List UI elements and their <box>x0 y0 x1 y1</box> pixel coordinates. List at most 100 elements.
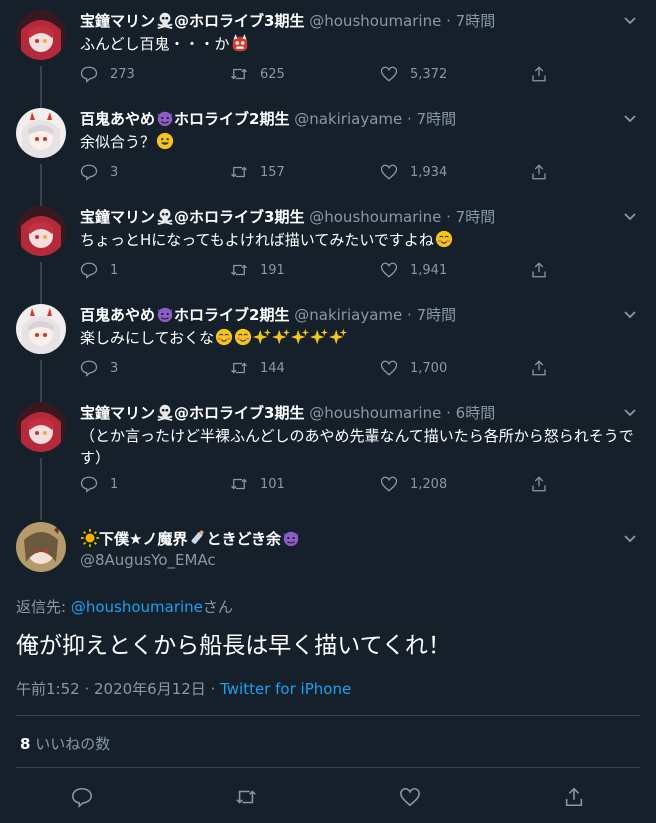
blush-emoji <box>234 328 252 346</box>
chevron-down-icon[interactable] <box>622 530 638 546</box>
reply-icon[interactable] <box>80 65 98 83</box>
handle[interactable]: @houshoumarine <box>309 208 441 226</box>
like-count: 1,941 <box>410 262 448 278</box>
like-icon[interactable] <box>380 163 398 181</box>
like-icon[interactable] <box>380 475 398 493</box>
thread-tweet[interactable]: 百鬼あやめ ホロライブ2期生 @nakiriayame · 7時間 楽しみにしてお… <box>0 294 656 402</box>
chevron-down-icon[interactable] <box>622 404 638 420</box>
handle[interactable]: @nakiriayame <box>294 306 402 324</box>
avatar[interactable] <box>16 206 66 256</box>
share-icon[interactable] <box>530 359 548 377</box>
share-icon[interactable] <box>530 65 548 83</box>
retweet-icon[interactable] <box>230 65 248 83</box>
like-count: 1,700 <box>410 360 448 376</box>
smiling-devil-emoji <box>282 529 300 547</box>
tweet-header: 百鬼あやめ ホロライブ2期生 @nakiriayame · 7時間 <box>80 304 616 325</box>
retweet-icon[interactable] <box>230 163 248 181</box>
tweet-time[interactable]: · 6時間 <box>446 404 495 422</box>
tweet-text-content: 楽しみにしておくな <box>80 329 215 347</box>
chevron-down-icon[interactable] <box>622 306 638 322</box>
like-action[interactable]: 1,934 <box>380 160 530 184</box>
reply-icon[interactable] <box>71 786 93 808</box>
tweet-time[interactable]: · 7時間 <box>446 208 495 226</box>
display-name[interactable]: 宝鐘マリン @ホロライブ3期生 <box>80 404 304 422</box>
share-icon[interactable] <box>530 261 548 279</box>
tweet-source-link[interactable]: Twitter for iPhone <box>220 680 351 698</box>
retweet-action[interactable]: 625 <box>230 62 380 86</box>
like-action[interactable]: 5,372 <box>380 62 530 86</box>
like-count: 1,934 <box>410 164 448 180</box>
thread-tweet[interactable]: 宝鐘マリン @ホロライブ3期生 @houshoumarine · 7時間 ふんどし… <box>0 0 656 108</box>
likes-count[interactable]: 8 いいねの数 <box>20 733 110 754</box>
smiling-devil-emoji <box>156 305 174 323</box>
action-bar <box>0 786 656 816</box>
share-icon[interactable] <box>563 786 585 808</box>
reply-action[interactable]: 273 <box>80 62 230 86</box>
tweet-time[interactable]: · 7時間 <box>446 12 495 30</box>
tweet-timestamp[interactable]: 午前1:52 · 2020年6月12日 · <box>16 680 220 698</box>
reply-action[interactable]: 1 <box>80 472 230 496</box>
like-icon[interactable] <box>399 786 421 808</box>
chevron-down-icon[interactable] <box>622 110 638 126</box>
avatar[interactable] <box>16 304 66 354</box>
tweet-header: 宝鐘マリン @ホロライブ3期生 @houshoumarine · 6時間 <box>80 402 616 423</box>
reply-action[interactable]: 3 <box>80 160 230 184</box>
avatar[interactable] <box>16 108 66 158</box>
display-name-text: 宝鐘マリン <box>80 404 156 422</box>
avatar[interactable] <box>16 402 66 452</box>
reply-count: 1 <box>110 476 119 492</box>
reply-action[interactable]: 1 <box>80 258 230 282</box>
like-action[interactable]: 1,208 <box>380 472 530 496</box>
chevron-down-icon[interactable] <box>622 208 638 224</box>
avatar[interactable] <box>16 10 66 60</box>
reply-icon[interactable] <box>80 475 98 493</box>
like-icon[interactable] <box>380 261 398 279</box>
display-name[interactable]: 百鬼あやめ ホロライブ2期生 <box>80 306 289 324</box>
share-icon[interactable] <box>530 475 548 493</box>
share-action[interactable] <box>530 472 560 496</box>
retweet-action[interactable]: 144 <box>230 356 380 380</box>
like-count: 1,208 <box>410 476 448 492</box>
thread-tweet[interactable]: 百鬼あやめ ホロライブ2期生 @nakiriayame · 7時間 余似合う？ 3… <box>0 98 656 206</box>
handle[interactable]: @houshoumarine <box>309 404 441 422</box>
handle[interactable]: @houshoumarine <box>309 12 441 30</box>
share-action[interactable] <box>530 258 560 282</box>
display-name[interactable]: 下僕★ノ魔界 ときどき余 <box>80 528 300 549</box>
like-icon[interactable] <box>380 65 398 83</box>
tweet-time[interactable]: · 7時間 <box>407 306 456 324</box>
chevron-down-icon[interactable] <box>622 12 638 28</box>
like-icon[interactable] <box>380 359 398 377</box>
retweet-action[interactable]: 157 <box>230 160 380 184</box>
retweet-action[interactable]: 101 <box>230 472 380 496</box>
share-action[interactable] <box>530 160 560 184</box>
display-name[interactable]: 宝鐘マリン @ホロライブ3期生 <box>80 208 304 226</box>
like-action[interactable]: 1,700 <box>380 356 530 380</box>
handle[interactable]: @8AugusYo_EMAc <box>80 551 216 569</box>
handle[interactable]: @nakiriayame <box>294 110 402 128</box>
display-name[interactable]: 宝鐘マリン @ホロライブ3期生 <box>80 12 304 30</box>
tweet-text-content: （とか言ったけど半裸ふんどしのあやめ先輩なんて描いたら各所から怒られそうです） <box>80 427 634 467</box>
reply-action[interactable]: 3 <box>80 356 230 380</box>
action-bar: 273 625 5,372 <box>80 62 626 86</box>
reply-to-link[interactable]: @houshoumarine <box>71 598 203 616</box>
share-icon[interactable] <box>530 163 548 181</box>
like-action[interactable]: 1,941 <box>380 258 530 282</box>
action-bar: 3 157 1,934 <box>80 160 626 184</box>
retweet-icon[interactable] <box>230 261 248 279</box>
sparkles-emoji <box>291 328 310 346</box>
retweet-icon[interactable] <box>230 359 248 377</box>
thread-tweet[interactable]: 宝鐘マリン @ホロライブ3期生 @houshoumarine · 7時間 ちょっと… <box>0 196 656 304</box>
display-name[interactable]: 百鬼あやめ ホロライブ2期生 <box>80 110 289 128</box>
share-action[interactable] <box>530 62 560 86</box>
retweet-icon[interactable] <box>230 475 248 493</box>
retweet-action[interactable]: 191 <box>230 258 380 282</box>
reply-icon[interactable] <box>80 359 98 377</box>
share-action[interactable] <box>530 356 560 380</box>
reply-icon[interactable] <box>80 163 98 181</box>
retweet-icon[interactable] <box>235 786 257 808</box>
like-count: 5,372 <box>410 66 448 82</box>
thread-tweet[interactable]: 宝鐘マリン @ホロライブ3期生 @houshoumarine · 6時間 （とか言… <box>0 392 656 520</box>
reply-icon[interactable] <box>80 261 98 279</box>
tweet-time[interactable]: · 7時間 <box>407 110 456 128</box>
avatar[interactable] <box>16 522 66 572</box>
